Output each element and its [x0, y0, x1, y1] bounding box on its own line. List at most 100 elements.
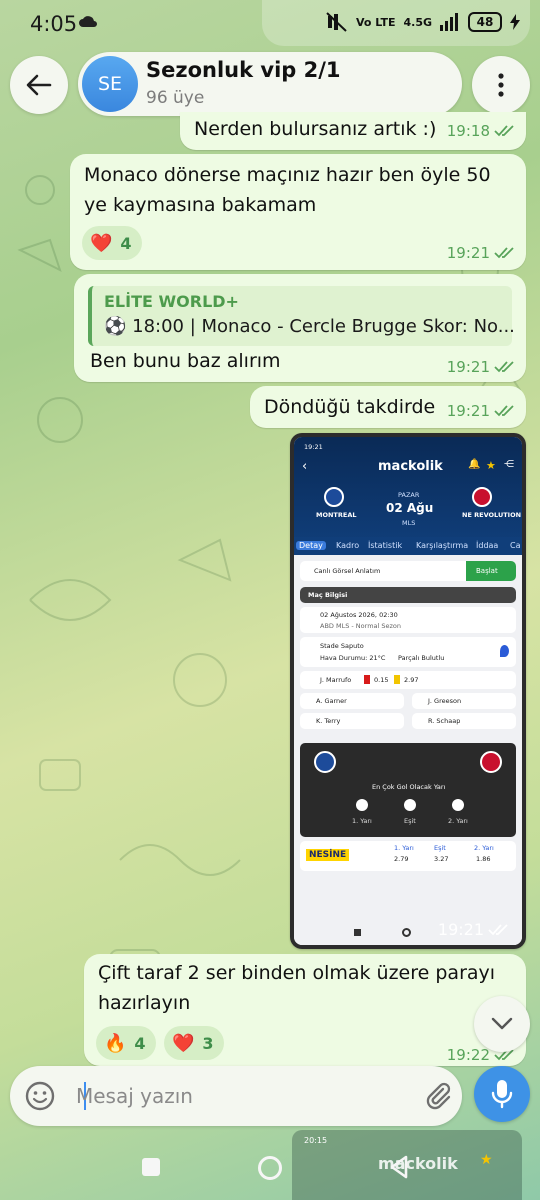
back-nav-icon[interactable] [388, 1154, 410, 1180]
away-team-name: NE REVOLUTION [462, 511, 522, 519]
reply-author: ELİTE WORLD+ [104, 292, 239, 311]
microphone-icon [491, 1080, 513, 1109]
paperclip-icon[interactable] [422, 1080, 454, 1112]
stadium-name: Stade Saputo [320, 642, 364, 650]
stadium-card: Stade Saputo Hava Durumu: 21°C Parçalı B… [300, 637, 516, 667]
officials-card: J. Greeson [412, 693, 516, 709]
shot-share-icon: ⋲ [504, 459, 514, 470]
volte-badge: Vo LTE [355, 15, 396, 29]
back-button[interactable] [10, 56, 68, 114]
shot-back-icon: ‹ [302, 459, 308, 474]
home-team-name: MONTREAL [316, 511, 357, 519]
heart-icon: ❤️ [172, 1032, 195, 1054]
reaction-count: 4 [134, 1033, 146, 1053]
home-button[interactable] [258, 1156, 282, 1180]
double-check-icon [494, 125, 514, 137]
officials-card: K. Terry [300, 713, 404, 729]
charging-icon [510, 14, 520, 30]
battery-indicator: 48 [468, 12, 502, 32]
double-check-icon [494, 405, 514, 417]
away-team-logo [472, 487, 492, 507]
group-title: Sezonluk vip 2/1 [146, 58, 341, 82]
recents-button[interactable] [142, 1158, 160, 1176]
more-options-button[interactable] [472, 56, 530, 114]
reaction-chip[interactable]: ❤️ 4 [82, 226, 142, 260]
reaction-chip[interactable]: 🔥 4 [96, 1026, 156, 1060]
message-input[interactable] [76, 1078, 406, 1114]
shared-screenshot[interactable]: 19:21 ‹ mackolik 🔔 ★ ⋲ PAZAR 02 Ağu MLS … [294, 437, 522, 945]
shot-tabs: Detay Kadro İstatistik Karşılaştırma İdd… [294, 537, 522, 555]
shot-tab: Ca [510, 541, 521, 550]
image-message[interactable]: 19:21 ‹ mackolik 🔔 ★ ⋲ PAZAR 02 Ağu MLS … [290, 433, 526, 949]
double-check-icon [488, 923, 508, 935]
referee-yellow-avg: 2.97 [404, 676, 419, 684]
bookmaker-logo: NESİNE [306, 849, 350, 861]
poll-option: 1. Yarı [352, 817, 372, 825]
message-bubble[interactable]: Nerden bulursanız artık :) 19:18 [180, 112, 526, 150]
shot-nav-home [402, 928, 411, 937]
referee-red-avg: 0.15 [374, 676, 389, 684]
poll-radio [404, 799, 416, 811]
status-bar: 4:05 Vo LTE 4.5G 48 [0, 0, 540, 50]
odds-label: Eşit [434, 844, 446, 852]
group-avatar[interactable]: SE [82, 56, 138, 112]
chat-header[interactable]: SE Sezonluk vip 2/1 96 üye [78, 52, 462, 116]
match-competition: ABD MLS - Normal Sezon [320, 622, 402, 630]
match-day: PAZAR [398, 491, 420, 499]
map-pin-icon [500, 645, 509, 657]
message-text-line: ye kaymasına bakamam [84, 194, 317, 216]
official-name: J. Greeson [428, 697, 462, 705]
referee-name: J. Marrufo [320, 676, 352, 684]
reply-text: ⚽ 18:00 | Monaco - Cercle Brugge Skor: N… [104, 316, 515, 337]
match-datetime: 02 Ağustos 2026, 02:30 [320, 611, 398, 619]
message-text-line: Çift taraf 2 ser binden olmak üzere para… [98, 962, 496, 984]
shot-app-logo: mackolik [378, 459, 443, 474]
odds-label: 2. Yarı [474, 844, 494, 852]
emoji-icon[interactable] [24, 1080, 56, 1112]
weather: Hava Durumu: 21°C [320, 654, 386, 662]
shot-tab: İddaa [476, 541, 499, 550]
message-bubble[interactable]: Çift taraf 2 ser binden olmak üzere para… [84, 954, 526, 1066]
shot-tab: Karşılaştırma [416, 541, 469, 550]
live-narration-card: Canlı Görsel Anlatım Başlat [300, 561, 516, 581]
officials-card: R. Schaap [412, 713, 516, 729]
heart-icon: ❤️ [90, 232, 113, 254]
odds-value: 3.27 [434, 855, 449, 863]
message-text: Ben bunu baz alırım [90, 350, 281, 372]
poll-option: 2. Yarı [448, 817, 468, 825]
message-time: 19:21 [438, 920, 510, 939]
network-type: 4.5G [403, 15, 432, 29]
referee-card: J. Marrufo 0.15 2.97 [300, 671, 516, 689]
system-nav-bar [0, 1130, 540, 1200]
odds-label: 1. Yarı [394, 844, 414, 852]
poll-title: En Çok Gol Olacak Yarı [372, 783, 446, 791]
yellow-card-icon [394, 675, 400, 684]
shot-nav-square [354, 929, 361, 936]
signal-icon [440, 13, 458, 31]
reaction-chip[interactable]: ❤️ 3 [164, 1026, 224, 1060]
message-bubble[interactable]: Monaco dönerse maçınız hazır ben öyle 50… [70, 154, 526, 270]
poll-card: En Çok Gol Olacak Yarı 1. Yarı Eşit 2. Y… [300, 743, 516, 837]
voice-record-button[interactable] [474, 1066, 530, 1122]
double-check-icon [494, 361, 514, 373]
odds-value: 2.79 [394, 855, 409, 863]
shot-star-icon: ★ [486, 459, 496, 472]
match-league: MLS [402, 519, 416, 527]
reply-preview[interactable]: ELİTE WORLD+ ⚽ 18:00 | Monaco - Cercle B… [88, 286, 515, 346]
message-bubble[interactable]: Döndüğü takdirde 19:21 [250, 386, 526, 428]
message-time: 19:18 [447, 122, 516, 140]
fire-icon: 🔥 [104, 1032, 127, 1054]
match-date: 02 Ağu [386, 501, 434, 515]
chevron-down-icon [491, 1017, 513, 1030]
odds-card: NESİNE 1. Yarı 2.79 Eşit 3.27 2. Yarı 1.… [300, 841, 516, 871]
shot-status-time: 19:21 [304, 443, 323, 451]
official-name: K. Terry [316, 717, 341, 725]
reaction-count: 4 [120, 233, 132, 253]
odds-value: 1.86 [476, 855, 491, 863]
message-time: 19:21 [447, 358, 516, 376]
home-team-logo [324, 487, 344, 507]
message-time: 19:21 [447, 402, 516, 420]
message-bubble[interactable]: ELİTE WORLD+ ⚽ 18:00 | Monaco - Cercle B… [74, 274, 526, 382]
reaction-count: 3 [202, 1033, 214, 1053]
scroll-to-bottom-button[interactable] [474, 996, 530, 1052]
